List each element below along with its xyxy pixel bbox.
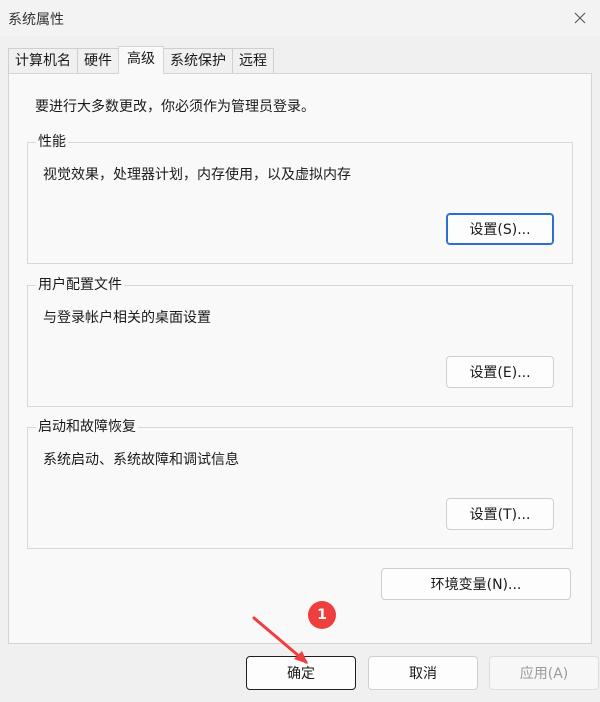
startup-recovery-settings-button[interactable]: 设置(T)... <box>446 498 554 530</box>
title-bar: 系统属性 <box>0 0 600 36</box>
environment-variables-button[interactable]: 环境变量(N)... <box>381 568 571 600</box>
window-title: 系统属性 <box>8 12 64 28</box>
close-icon <box>574 12 586 24</box>
performance-title: 性能 <box>36 134 68 150</box>
user-profiles-group: 用户配置文件 与登录帐户相关的桌面设置 设置(E)... <box>27 277 573 407</box>
startup-recovery-group: 启动和故障恢复 系统启动、系统故障和调试信息 设置(T)... <box>27 419 573 549</box>
apply-button[interactable]: 应用(A) <box>489 656 599 690</box>
admin-note: 要进行大多数更改，你必须作为管理员登录。 <box>35 99 315 115</box>
cancel-button[interactable]: 取消 <box>368 656 478 690</box>
performance-settings-button[interactable]: 设置(S)... <box>446 213 554 245</box>
tab-strip: 计算机名 硬件 高级 系统保护 远程 <box>8 46 274 74</box>
close-button[interactable] <box>560 0 600 36</box>
tab-hardware[interactable]: 硬件 <box>77 48 119 73</box>
user-profiles-description: 与登录帐户相关的桌面设置 <box>43 310 211 326</box>
tab-computer-name[interactable]: 计算机名 <box>8 48 78 73</box>
advanced-panel: 要进行大多数更改，你必须作为管理员登录。 性能 视觉效果，处理器计划，内存使用，… <box>8 73 592 644</box>
tab-remote[interactable]: 远程 <box>232 48 274 73</box>
startup-recovery-title: 启动和故障恢复 <box>36 419 138 435</box>
tab-system-protection[interactable]: 系统保护 <box>163 48 233 73</box>
performance-group: 性能 视觉效果，处理器计划，内存使用，以及虚拟内存 设置(S)... <box>27 134 573 264</box>
user-profiles-title: 用户配置文件 <box>36 277 124 293</box>
startup-recovery-description: 系统启动、系统故障和调试信息 <box>43 452 239 468</box>
user-profiles-settings-button[interactable]: 设置(E)... <box>446 356 554 388</box>
annotation-badge: 1 <box>308 601 336 629</box>
performance-description: 视觉效果，处理器计划，内存使用，以及虚拟内存 <box>43 167 351 183</box>
tab-advanced[interactable]: 高级 <box>118 46 164 74</box>
